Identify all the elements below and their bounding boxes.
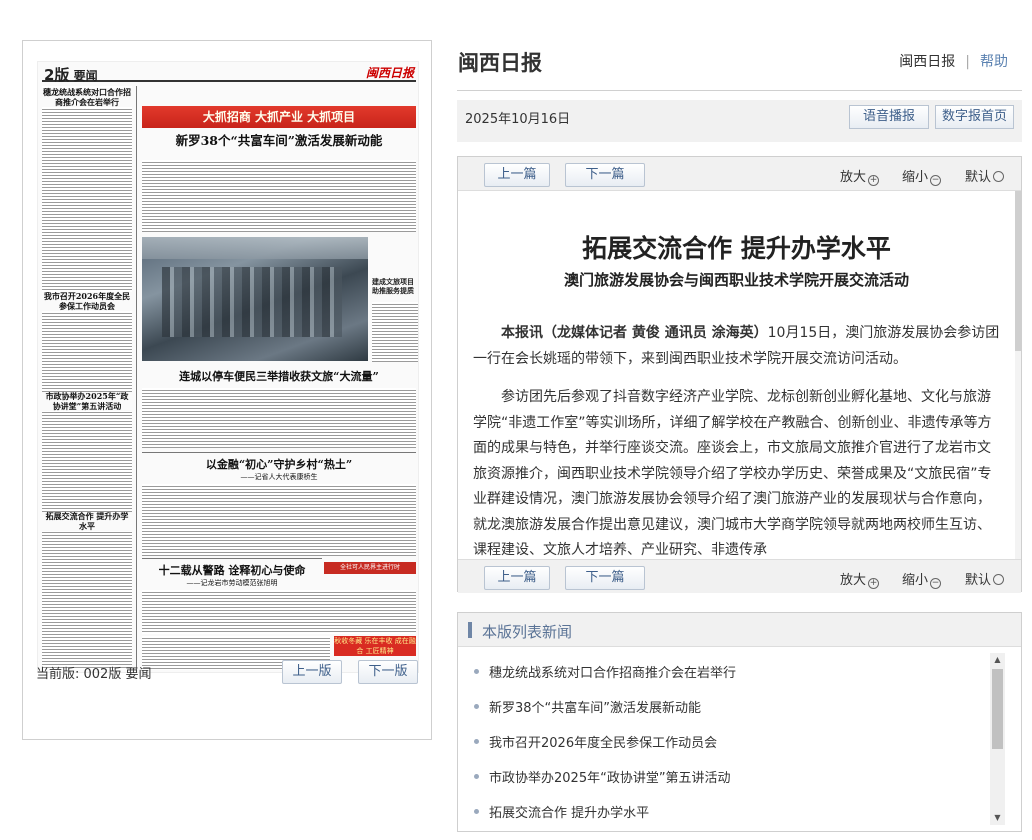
np-bottom-body — [142, 590, 416, 634]
bullet-icon — [474, 669, 479, 674]
voice-broadcast-button[interactable]: 语音播报 — [849, 105, 929, 129]
article-panel: 上一篇 下一篇 放大 + 缩小 − 默认 拓展交流合作 提升办学水平 澳门旅游发展协… — [457, 156, 1022, 593]
np-headline-finance-sub: ——记省人大代表康桥生 — [142, 472, 416, 482]
article-paragraph-1: 本报讯（龙媒体记者 黄俊 通讯员 涂海英）10月15日，澳门旅游发展协会参访团一… — [473, 321, 1001, 372]
news-list-title: 本版列表新闻 — [482, 623, 573, 641]
prev-page-button[interactable]: 上一版 — [282, 660, 342, 684]
site-title: 闽西日报 — [458, 51, 542, 75]
page-root: 2版 要闻 闽西日报 穗龙统战系统对口合作招商推介会在岩举行 我市召开2026年… — [0, 0, 1032, 840]
reset-zoom-button[interactable]: 默认 — [965, 166, 1005, 185]
reset-icon — [993, 574, 1005, 585]
top-link-separator: | — [965, 54, 970, 70]
np-banner: 大抓招商 大抓产业 大抓项目 — [142, 106, 416, 128]
np-headline-left2[interactable]: 我市召开2026年度全民参保工作动员会 — [42, 291, 132, 312]
np-side-body — [372, 302, 418, 362]
np-main-body — [142, 160, 416, 232]
news-list-item[interactable]: 我市召开2026年度全民参保工作动员会 — [474, 732, 717, 751]
np-finance-body — [142, 484, 416, 556]
top-link-help[interactable]: 帮助 — [980, 54, 1008, 70]
news-list-marker — [468, 622, 472, 638]
article-content[interactable]: 拓展交流合作 提升办学水平 澳门旅游发展协会与闽西职业技术学院开展交流活动 本报… — [458, 191, 1021, 559]
scroll-down-icon[interactable]: ▼ — [990, 811, 1005, 825]
date-bar: 2025年10月16日 语音播报 数字报首页 — [457, 100, 1022, 142]
np-column-divider — [136, 86, 137, 670]
issue-date: 2025年10月16日 — [465, 112, 571, 127]
zoom-in-button[interactable]: 放大 + — [840, 166, 880, 186]
np-headline-photo[interactable]: 连城以停车便民三举措收获文旅“大流量” — [142, 368, 416, 384]
zoom-in-icon: + — [868, 578, 880, 589]
article-scroll-thumb[interactable] — [1015, 191, 1021, 351]
zoom-in-button-bottom[interactable]: 放大 + — [840, 569, 880, 589]
next-article-button[interactable]: 下一篇 — [565, 163, 645, 187]
np-headline-bottom[interactable]: 十二载从警路 诠释初心与使命 — [142, 562, 322, 578]
scroll-up-icon[interactable]: ▲ — [990, 653, 1005, 667]
news-list-scrollbar[interactable]: ▲ ▼ — [990, 653, 1005, 825]
article-byline: 本报讯（龙媒体记者 黄俊 通讯员 涂海英） — [501, 325, 768, 341]
np-divider-2 — [142, 558, 322, 559]
bullet-icon — [474, 774, 479, 779]
np-headline-left4[interactable]: 拓展交流合作 提升办学水平 — [42, 511, 132, 532]
zoom-out-icon: − — [930, 175, 942, 186]
zoom-in-icon: + — [868, 175, 880, 186]
np-red-box: 全社可人民界主进行时 — [324, 562, 416, 574]
page-news-list-panel: 本版列表新闻 穗龙统战系统对口合作招商推介会在岩举行 新罗38个“共富车间”激活… — [457, 612, 1022, 832]
np-headline-side[interactable]: 建成文旅项目 助推服务提质 — [372, 277, 418, 296]
prev-article-button[interactable]: 上一篇 — [484, 163, 550, 187]
news-list-header: 本版列表新闻 — [458, 613, 1021, 647]
np-header: 2版 要闻 闽西日报 — [42, 64, 416, 84]
article-body: 本报讯（龙媒体记者 黄俊 通讯员 涂海英）10月15日，澳门旅游发展协会参访团一… — [473, 321, 1001, 559]
news-list-item[interactable]: 新罗38个“共富车间”激活发展新动能 — [474, 697, 701, 716]
news-list-item[interactable]: 拓展交流合作 提升办学水平 — [474, 802, 649, 821]
newspaper-page-image[interactable]: 2版 要闻 闽西日报 穗龙统战系统对口合作招商推介会在岩举行 我市召开2026年… — [37, 61, 419, 673]
np-divider — [142, 452, 416, 453]
zoom-out-button-bottom[interactable]: 缩小 − — [902, 569, 942, 589]
news-list-item[interactable]: 穗龙统战系统对口合作招商推介会在岩举行 — [474, 662, 736, 681]
article-subtitle: 澳门旅游发展协会与闽西职业技术学院开展交流活动 — [563, 271, 909, 289]
np-headline-left3[interactable]: 市政协举办2025年“政协讲堂”第五讲活动 — [42, 391, 132, 412]
top-links: 闽西日报 | 帮助 — [899, 51, 1008, 71]
article-scrollbar[interactable] — [1015, 191, 1021, 559]
np-left-column-text — [42, 86, 132, 670]
np-photo — [142, 237, 368, 361]
zoom-out-icon: − — [930, 578, 942, 589]
np-headline-finance[interactable]: 以金融“初心”守护乡村“热土” — [142, 456, 416, 472]
prev-article-button-bottom[interactable]: 上一篇 — [484, 566, 550, 590]
np-photo-body — [142, 388, 416, 448]
digital-home-button[interactable]: 数字报首页 — [935, 105, 1014, 129]
bullet-icon — [474, 809, 479, 814]
np-page-number: 2版 要闻 — [44, 66, 98, 84]
zoom-out-button[interactable]: 缩小 − — [902, 166, 942, 186]
header-rule — [457, 90, 1022, 91]
np-masthead: 闽西日报 — [365, 66, 414, 80]
article-toolbar-top: 上一篇 下一篇 放大 + 缩小 − 默认 — [458, 157, 1021, 191]
next-page-button[interactable]: 下一版 — [358, 660, 418, 684]
news-list-item[interactable]: 市政协举办2025年“政协讲堂”第五讲活动 — [474, 767, 731, 786]
bullet-icon — [474, 704, 479, 709]
bullet-icon — [474, 739, 479, 744]
top-link-home[interactable]: 闽西日报 — [899, 54, 955, 70]
np-headline-bottom-sub: ——记龙岩市劳动模范张旭明 — [142, 578, 322, 588]
newspaper-page-panel: 2版 要闻 闽西日报 穗龙统战系统对口合作招商推介会在岩举行 我市召开2026年… — [22, 40, 432, 740]
article-paragraph-2: 参访团先后参观了抖音数字经济产业学院、龙标创新创业孵化基地、文化与旅游学院“非遗… — [473, 389, 992, 558]
current-page-status: 当前版: 002版 要闻 — [36, 667, 152, 682]
article-title: 拓展交流合作 提升办学水平 — [582, 234, 891, 263]
np-headline-main[interactable]: 新罗38个“共富车间”激活发展新动能 — [142, 130, 416, 149]
reset-icon — [993, 171, 1005, 182]
next-article-button-bottom[interactable]: 下一篇 — [565, 566, 645, 590]
news-list-scroll-thumb[interactable] — [992, 669, 1003, 749]
reset-zoom-button-bottom[interactable]: 默认 — [965, 569, 1005, 588]
np-ad: 秋收冬藏 乐在丰收 成在融合 工匠精神 — [334, 636, 416, 656]
np-headline-left1[interactable]: 穗龙统战系统对口合作招商推介会在岩举行 — [42, 87, 132, 108]
article-toolbar-bottom: 上一篇 下一篇 放大 + 缩小 − 默认 — [458, 559, 1021, 593]
